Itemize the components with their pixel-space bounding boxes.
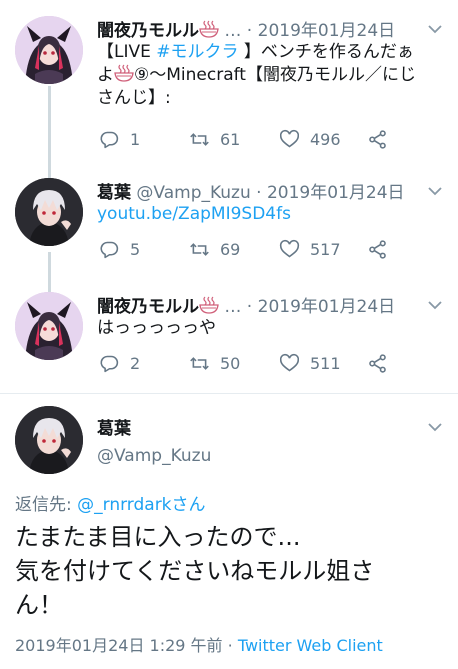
tweet-2-text: youtu.be/ZapMI9SD4fs: [97, 203, 444, 226]
reply-context: 返信先: @_rnrrdarkさん: [15, 490, 206, 515]
tweet-date[interactable]: 2019年01月24日: [267, 183, 405, 203]
retweet-icon: [189, 353, 210, 374]
reply-count: 5: [130, 240, 141, 259]
like-count: 517: [310, 240, 341, 259]
ramen-bowl-icon: [114, 64, 134, 82]
display-name[interactable]: 闇夜乃モルル: [97, 297, 199, 317]
reply-icon: [99, 353, 120, 374]
tweet-meta: 2019年01月24日 1:29 午前 · Twitter Web Client: [15, 632, 452, 656]
share-button[interactable]: [367, 239, 388, 260]
like-icon: [279, 239, 300, 260]
user-handle[interactable]: @Vamp_Kuzu: [136, 183, 250, 203]
like-count: 511: [310, 354, 341, 373]
separator-dot: ·: [250, 183, 267, 203]
text-segment: よ: [97, 65, 114, 85]
hashtag-link[interactable]: #モルクラ: [156, 42, 238, 62]
retweet-button[interactable]: 69: [189, 239, 240, 260]
client-link[interactable]: Twitter Web Client: [238, 636, 383, 655]
main-text-line-1: たまたま目に入ったので...: [15, 523, 301, 551]
main-user-handle[interactable]: @Vamp_Kuzu: [97, 446, 211, 466]
text-segment: 【LIVE: [97, 42, 157, 62]
share-icon: [367, 353, 388, 374]
like-button[interactable]: 511: [279, 353, 341, 374]
reply-label: 返信先:: [15, 495, 78, 515]
tweet-1[interactable]: 闇夜乃モルル … · 2019年01月24日 【LIVE #モルクラ 】ベンチを…: [0, 16, 458, 166]
avatar-kuzu-main[interactable]: [15, 406, 83, 474]
display-name[interactable]: 闇夜乃モルル: [97, 21, 199, 41]
reply-count: 2: [130, 354, 141, 373]
retweet-button[interactable]: 50: [189, 353, 240, 374]
tweet-3-header: 闇夜乃モルル … · 2019年01月24日: [97, 292, 444, 318]
chevron-down-icon[interactable]: [426, 178, 444, 200]
meta-separator: ·: [222, 636, 238, 655]
main-text-line-2: 気を付けてくださいねモルル姐さ: [15, 557, 375, 585]
name-ellipsis: …: [219, 297, 242, 317]
like-button[interactable]: 517: [279, 239, 341, 260]
reply-button[interactable]: 2: [99, 353, 140, 374]
tweet-1-line-2: よ ⑨〜Minecraft【闇夜乃モルル／にじ: [97, 64, 444, 87]
retweet-icon: [189, 129, 210, 150]
share-button[interactable]: [367, 353, 388, 374]
tweet-1-line-3: さんじ】:: [97, 88, 171, 108]
tweet-1-text: 【LIVE #モルクラ 】ベンチを作るんだぁ よ ⑨〜Minecraft【闇夜乃モ…: [97, 41, 444, 110]
retweet-button[interactable]: 61: [189, 129, 240, 150]
tweet-1-header: 闇夜乃モルル … · 2019年01月24日: [97, 16, 444, 42]
like-button[interactable]: 496: [279, 129, 341, 150]
retweet-icon: [189, 239, 210, 260]
youtube-link[interactable]: youtu.be/ZapMI9SD4fs: [97, 204, 291, 224]
reply-handle-link[interactable]: @_rnrrdarkさん: [77, 495, 205, 515]
share-icon: [367, 129, 388, 150]
separator-dot: ·: [241, 297, 258, 317]
share-button[interactable]: [367, 129, 388, 150]
retweet-count: 69: [220, 240, 241, 259]
avatar-morulu-image: [15, 292, 83, 360]
tweet-2[interactable]: 葛葉 @Vamp_Kuzu · 2019年01月24日 youtu.be/Zap…: [0, 178, 458, 288]
text-segment: 】ベンチを作るんだぁ: [238, 42, 414, 62]
chevron-down-icon[interactable]: [426, 16, 444, 38]
separator-dot: ·: [241, 21, 258, 41]
retweet-count: 61: [220, 130, 241, 149]
tweet-3-text: はっっっっっや: [97, 318, 216, 338]
main-tweet-text: たまたま目に入ったので... 気を付けてくださいねモルル姐さ ん！: [15, 520, 446, 622]
chevron-down-icon[interactable]: [426, 414, 444, 436]
name-ellipsis: …: [219, 21, 242, 41]
main-text-line-3: ん！: [15, 591, 63, 619]
reply-button[interactable]: 1: [99, 129, 140, 150]
retweet-count: 50: [220, 354, 241, 373]
tweet-2-actions: 5 69 517: [97, 239, 458, 263]
like-count: 496: [310, 130, 341, 149]
avatar-morulu[interactable]: [15, 292, 83, 360]
reply-count: 1: [130, 130, 141, 149]
like-icon: [279, 353, 300, 374]
avatar-morulu-image: [15, 16, 83, 84]
display-name[interactable]: 葛葉: [97, 183, 131, 203]
ramen-bowl-icon: [199, 296, 219, 314]
share-icon: [367, 239, 388, 260]
avatar-kuzu[interactable]: [15, 178, 83, 246]
avatar-morulu[interactable]: [15, 16, 83, 84]
reply-icon: [99, 129, 120, 150]
tweet-2-header: 葛葉 @Vamp_Kuzu · 2019年01月24日: [97, 178, 444, 204]
ramen-bowl-icon: [199, 20, 219, 38]
chevron-down-icon[interactable]: [426, 292, 444, 314]
tweet-date[interactable]: 2019年01月24日: [258, 21, 396, 41]
divider: [0, 393, 458, 394]
main-display-name[interactable]: 葛葉: [97, 414, 131, 439]
timestamp[interactable]: 2019年01月24日 1:29 午前: [15, 636, 223, 655]
tweet-1-actions: 1 61 496: [97, 129, 458, 153]
like-icon: [279, 129, 300, 150]
tweet-1-line-1: 【LIVE #モルクラ 】ベンチを作るんだぁ: [97, 41, 444, 64]
avatar-kuzu-image: [15, 406, 83, 474]
tweet-date[interactable]: 2019年01月24日: [258, 297, 396, 317]
avatar-kuzu-image: [15, 178, 83, 246]
tweet-3-actions: 2 50 511: [97, 353, 458, 377]
reply-button[interactable]: 5: [99, 239, 140, 260]
text-segment: ⑨〜Minecraft【闇夜乃モルル／にじ: [134, 65, 416, 85]
reply-icon: [99, 239, 120, 260]
tweet-3[interactable]: 闇夜乃モルル … · 2019年01月24日 はっっっっっや 2 50 511: [0, 292, 458, 392]
